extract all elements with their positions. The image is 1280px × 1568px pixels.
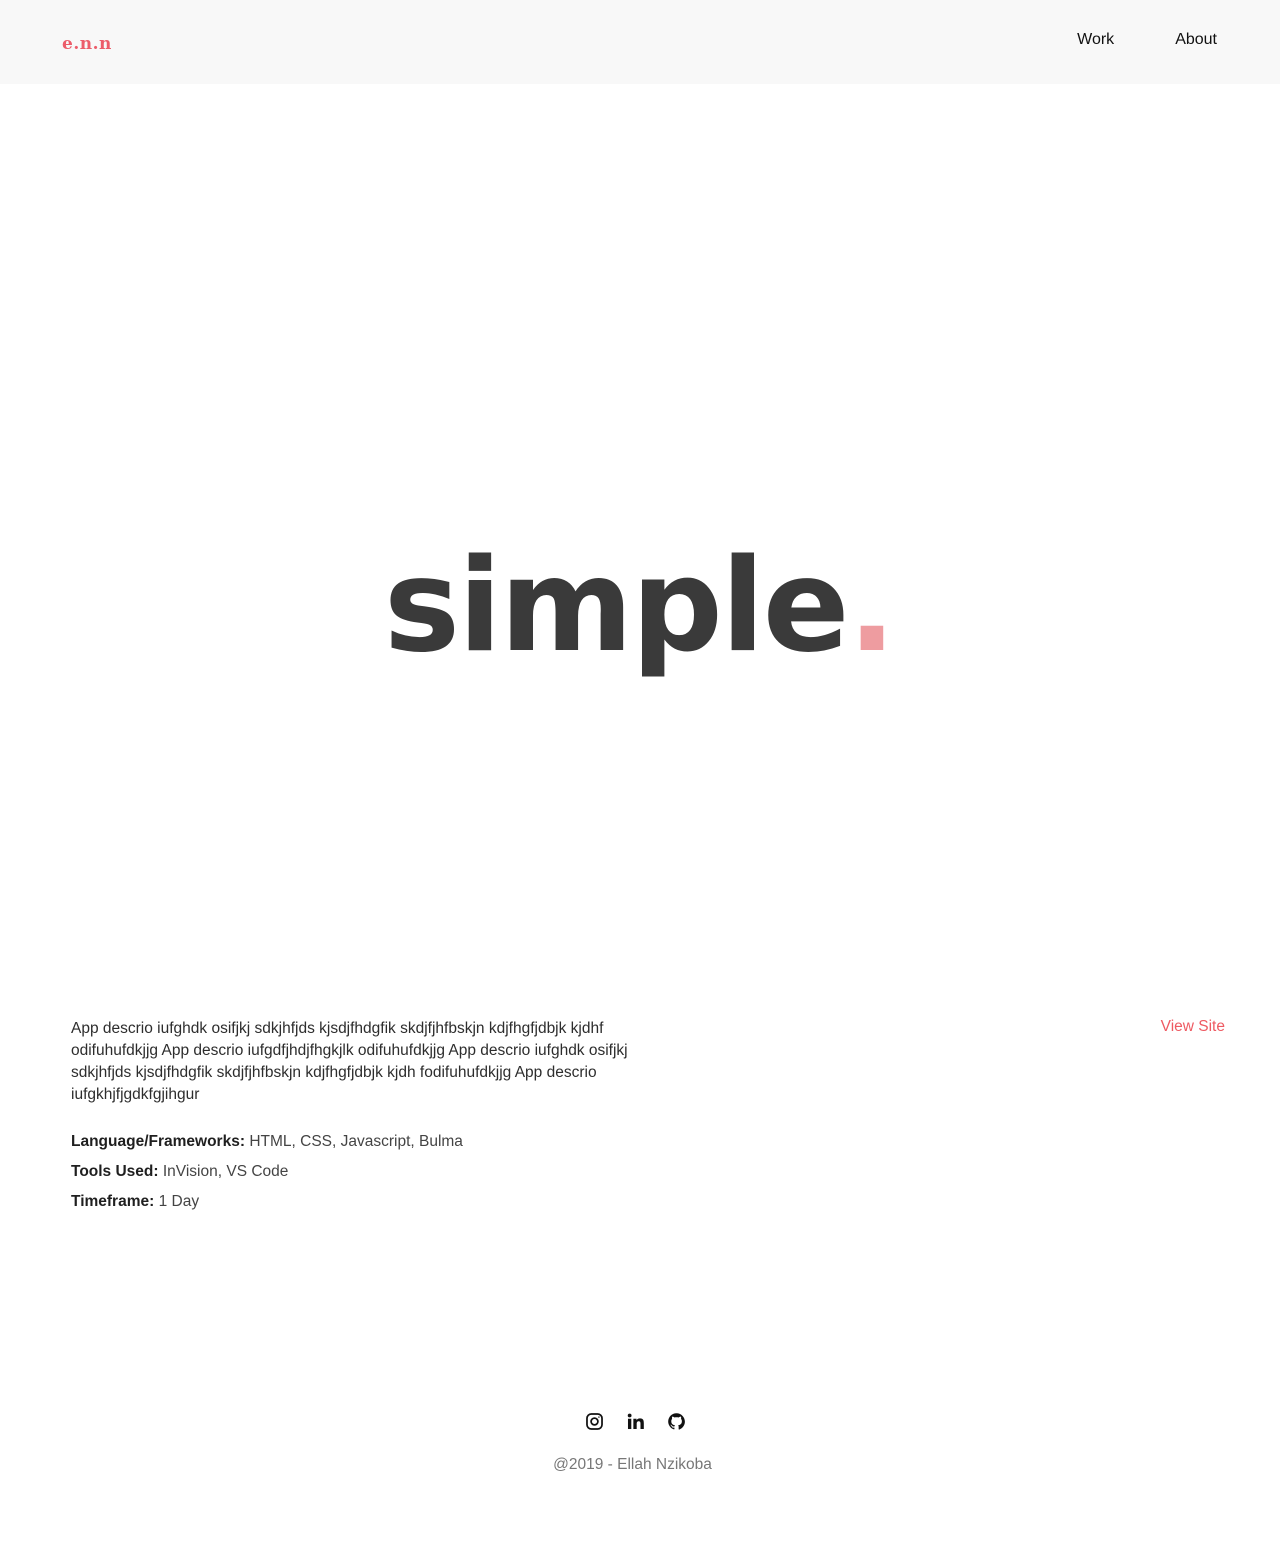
logo-link[interactable]: e.n.n <box>62 34 112 54</box>
meta-row-timeframe: Timeframe: 1 Day <box>71 1192 463 1222</box>
meta-key: Tools Used: <box>71 1163 159 1180</box>
linkedin-icon[interactable] <box>626 1412 645 1431</box>
hero-dot: . <box>847 532 897 681</box>
meta-value: 1 Day <box>158 1193 200 1210</box>
meta-value: HTML, CSS, Javascript, Bulma <box>249 1133 463 1150</box>
view-site-link[interactable]: View Site <box>1161 1018 1225 1036</box>
main-nav: Work About <box>1077 31 1217 49</box>
meta-row-languages: Language/Frameworks: HTML, CSS, Javascri… <box>71 1132 463 1162</box>
project-meta: Language/Frameworks: HTML, CSS, Javascri… <box>71 1132 463 1222</box>
meta-value: InVision, VS Code <box>162 1163 289 1180</box>
meta-row-tools: Tools Used: InVision, VS Code <box>71 1162 463 1192</box>
instagram-icon[interactable] <box>585 1412 604 1431</box>
github-icon[interactable] <box>667 1412 686 1431</box>
meta-key: Language/Frameworks: <box>71 1133 245 1150</box>
nav-link-about[interactable]: About <box>1175 31 1217 49</box>
hero-word: simple <box>383 532 850 681</box>
hero-title: simple. <box>0 530 1280 684</box>
copyright-text: @2019 - Ellah Nzikoba <box>553 1456 712 1473</box>
project-description: App descrio iufghdk osifjkj sdkjhfjds kj… <box>71 1020 628 1103</box>
site-header: e.n.n Work About <box>0 0 1280 84</box>
nav-link-work[interactable]: Work <box>1077 31 1114 49</box>
social-links <box>0 1412 1280 1431</box>
meta-key: Timeframe: <box>71 1193 155 1210</box>
page: e.n.n Work About simple. App descrio iuf… <box>0 0 1280 1568</box>
